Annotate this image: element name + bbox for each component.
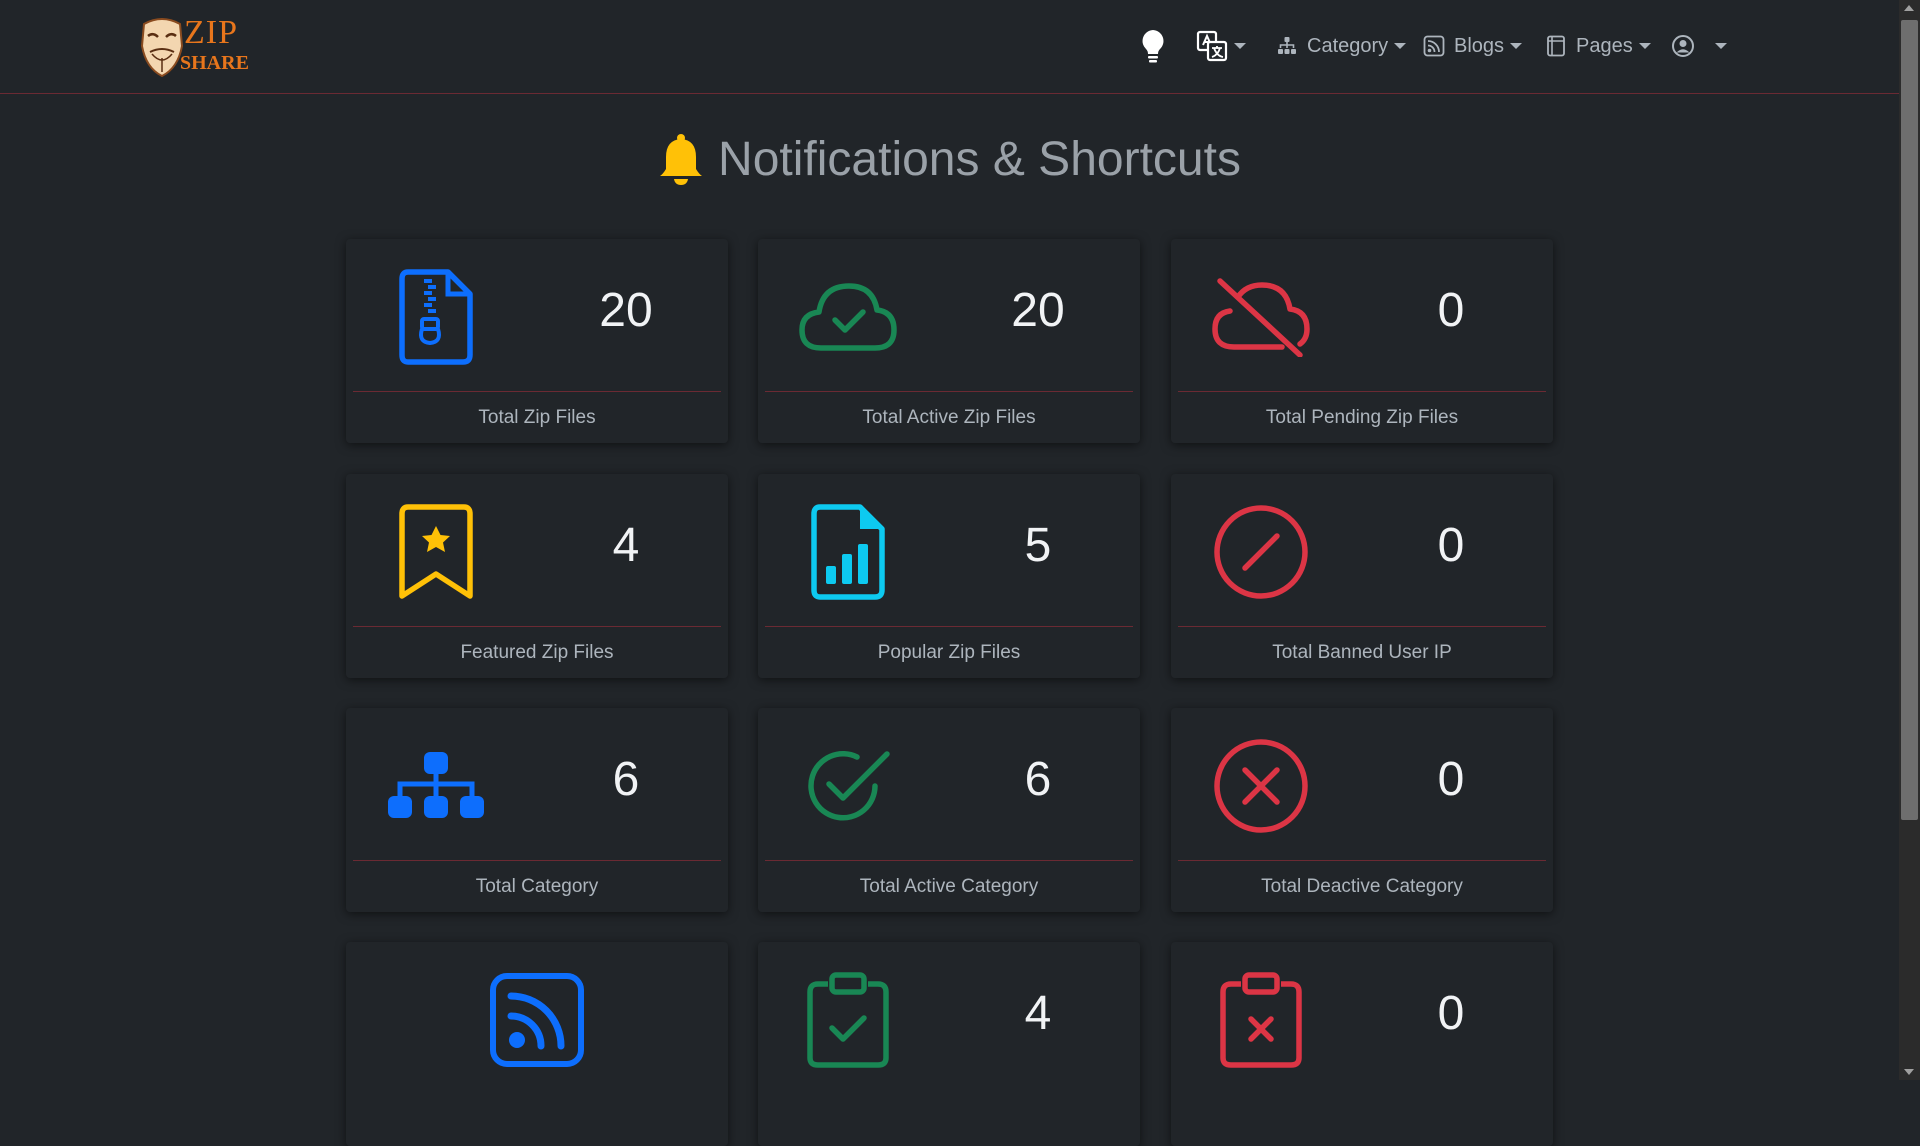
- chevron-down-icon: [1715, 43, 1727, 49]
- card-count: 4: [1024, 987, 1052, 1040]
- chevron-down-icon: [1394, 43, 1407, 49]
- user-menu-dropdown[interactable]: [1671, 26, 1727, 66]
- navbar: ZIP SHARE Category Blogs Pages: [0, 0, 1899, 94]
- card-featured-zip-files[interactable]: 4 Featured Zip Files: [346, 474, 728, 678]
- nav-category-label: Category: [1307, 34, 1389, 57]
- chevron-down-icon: [1510, 43, 1523, 49]
- mask-logo-icon: [140, 18, 184, 78]
- zip-file-icon: [386, 267, 486, 367]
- brand-line1: ZIP: [184, 14, 238, 51]
- card-label: Popular Zip Files: [877, 642, 1021, 663]
- rss-icon: [1423, 35, 1445, 57]
- nav-blogs-dropdown[interactable]: Blogs: [1423, 26, 1523, 66]
- card-divider: [353, 391, 721, 392]
- card-label: Total Deactive Category: [1261, 876, 1463, 897]
- brand-line2: SHARE: [180, 52, 249, 74]
- card-label: Total Category: [475, 876, 599, 897]
- card-popular-zip-files[interactable]: 5 Popular Zip Files: [758, 474, 1140, 678]
- card-label: Total Banned User IP: [1272, 642, 1452, 663]
- card-divider: [1178, 391, 1546, 392]
- bookmark-star-icon: [386, 502, 486, 602]
- lightbulb-icon: [1142, 30, 1164, 63]
- clipboard-x-icon: [1211, 970, 1311, 1070]
- card-count: 0: [1437, 753, 1465, 806]
- cloud-check-icon: [798, 267, 898, 367]
- translate-icon: [1196, 30, 1228, 62]
- card-divider: [353, 860, 721, 861]
- scroll-up-icon[interactable]: [1904, 5, 1914, 11]
- card-count: 0: [1437, 519, 1465, 572]
- bell-icon: [660, 133, 703, 185]
- card-label: Total Active Category: [859, 876, 1039, 897]
- nav-category-dropdown[interactable]: Category: [1277, 26, 1407, 66]
- card-total-pending-zip-files[interactable]: 0 Total Pending Zip Files: [1171, 239, 1553, 443]
- language-dropdown[interactable]: [1196, 26, 1246, 66]
- chevron-down-icon: [1234, 43, 1246, 49]
- card-count: 20: [1011, 284, 1065, 337]
- card-total-active-zip-files[interactable]: 20 Total Active Zip Files: [758, 239, 1140, 443]
- nav-pages-dropdown[interactable]: Pages: [1545, 26, 1651, 66]
- x-circle-icon: [1211, 736, 1311, 836]
- card-active-blogs[interactable]: 4: [758, 942, 1140, 1146]
- brand-logo[interactable]: ZIP SHARE: [140, 14, 250, 80]
- diagram-icon: [1278, 37, 1296, 54]
- diagram-icon: [386, 736, 486, 836]
- card-label: Total Pending Zip Files: [1265, 407, 1459, 428]
- card-total-zip-files[interactable]: 20 Total Zip Files: [346, 239, 728, 443]
- card-count: 20: [599, 284, 653, 337]
- card-divider: [1178, 626, 1546, 627]
- page-heading: Notifications & Shortcuts: [0, 132, 1899, 187]
- user-circle-icon: [1672, 35, 1694, 57]
- card-label: Featured Zip Files: [460, 642, 614, 663]
- card-divider: [1178, 860, 1546, 861]
- card-count: 0: [1437, 987, 1465, 1040]
- page-scrollbar[interactable]: [1899, 0, 1920, 1080]
- page-title: Notifications & Shortcuts: [718, 133, 1241, 186]
- card-total-category[interactable]: 6 Total Category: [346, 708, 728, 912]
- card-deactive-blogs[interactable]: 0: [1171, 942, 1553, 1146]
- card-count: 4: [612, 519, 640, 572]
- card-count: 5: [1024, 519, 1052, 572]
- slash-circle-icon: [1211, 502, 1311, 602]
- scrollbar-thumb[interactable]: [1901, 20, 1918, 820]
- theme-toggle-button[interactable]: [1140, 26, 1166, 66]
- card-total-deactive-category[interactable]: 0 Total Deactive Category: [1171, 708, 1553, 912]
- card-divider: [765, 391, 1133, 392]
- scroll-down-icon[interactable]: [1904, 1069, 1914, 1075]
- chevron-down-icon: [1638, 43, 1651, 49]
- clipboard-check-icon: [798, 970, 898, 1070]
- file-bar-chart-icon: [798, 502, 898, 602]
- check-circle-icon: [798, 736, 898, 836]
- nav-pages-label: Pages: [1576, 34, 1633, 57]
- nav-blogs-label: Blogs: [1454, 34, 1505, 57]
- card-count: 6: [612, 753, 640, 806]
- card-label: Total Active Zip Files: [862, 407, 1036, 428]
- card-total-active-category[interactable]: 6 Total Active Category: [758, 708, 1140, 912]
- card-count: 6: [1024, 753, 1052, 806]
- card-count: 0: [1437, 284, 1465, 337]
- pages-icon: [1547, 35, 1565, 57]
- rss-icon: [487, 970, 587, 1070]
- card-divider: [353, 626, 721, 627]
- cloud-slash-icon: [1211, 267, 1311, 367]
- card-label: Total Zip Files: [478, 407, 596, 428]
- card-divider: [765, 626, 1133, 627]
- card-blogs[interactable]: [346, 942, 728, 1146]
- card-divider: [765, 860, 1133, 861]
- card-total-banned-user-ip[interactable]: 0 Total Banned User IP: [1171, 474, 1553, 678]
